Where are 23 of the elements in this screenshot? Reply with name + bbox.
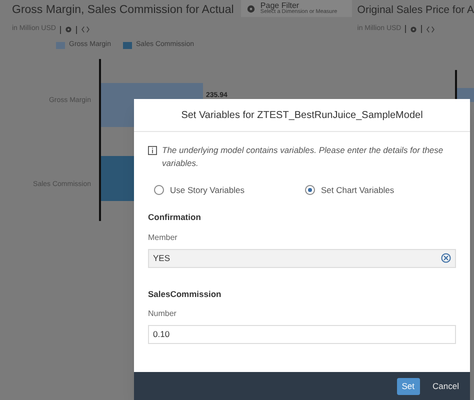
gear-icon[interactable]	[64, 26, 72, 33]
radio-option[interactable]: Set Chart Variables	[305, 184, 456, 197]
input-field[interactable]: YES	[148, 248, 456, 268]
chart-title: Gross Margin, Sales Commission for Actual	[12, 3, 235, 18]
field-label: Number	[148, 308, 178, 320]
dialog-title: Set Variables for ZTEST_BestRunJuice_SampleModel	[134, 99, 470, 132]
info-text: The underlying model contains variables. Please enter the details for these variables.	[162, 144, 444, 170]
radio-button[interactable]	[305, 185, 315, 196]
filter-title: Page Filter	[260, 1, 300, 10]
section-heading: SalesCommission	[148, 288, 222, 300]
gear-icon[interactable]	[410, 26, 418, 33]
chart-title: Original Sales Price for A	[357, 3, 474, 18]
clear-icon[interactable]	[441, 253, 451, 263]
input-field[interactable]: 0.10	[148, 325, 456, 344]
cancel-button[interactable]: Cancel	[428, 378, 464, 394]
radio-option[interactable]: Use Story Variables	[154, 184, 305, 197]
code-icon[interactable]	[426, 26, 436, 33]
field-label: Member	[148, 232, 178, 244]
info-icon	[148, 146, 157, 155]
radio-button[interactable]	[154, 185, 164, 196]
section-heading: Confirmation	[148, 210, 202, 224]
code-icon[interactable]	[80, 26, 90, 33]
filter-icon	[247, 4, 256, 12]
